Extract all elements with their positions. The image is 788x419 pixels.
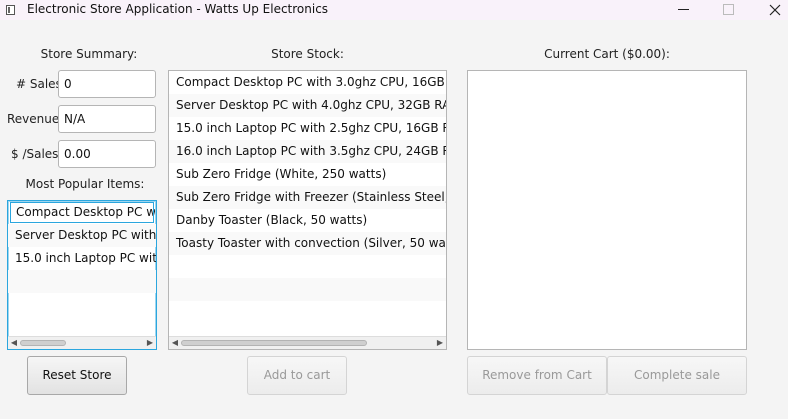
- reset-store-button[interactable]: Reset Store: [27, 356, 127, 395]
- list-item-empty: [169, 301, 446, 324]
- list-item[interactable]: Danby Toaster (Black, 50 watts): [169, 209, 446, 232]
- sales-field[interactable]: 0: [58, 70, 156, 98]
- popular-items-list[interactable]: Compact Desktop PC with 3.0ghz CPU, 16GB…: [7, 200, 157, 350]
- list-item-empty: [169, 278, 446, 301]
- title-bar: Electronic Store Application - Watts Up …: [0, 0, 788, 20]
- scroll-right-icon[interactable]: ▶: [145, 338, 155, 348]
- list-item[interactable]: 16.0 inch Laptop PC with 3.5ghz CPU, 24G…: [169, 140, 446, 163]
- list-item[interactable]: Server Desktop PC with 4.0ghz CPU, 32GB …: [169, 94, 446, 117]
- list-item-empty: [8, 270, 156, 293]
- list-item[interactable]: Toasty Toaster with convection (Silver, …: [169, 232, 446, 255]
- list-item[interactable]: Sub Zero Fridge (White, 250 watts): [169, 163, 446, 186]
- add-to-cart-button[interactable]: Add to cart: [247, 356, 347, 395]
- list-item[interactable]: Server Desktop PC with 4.0ghz CPU, 32GB …: [8, 224, 156, 247]
- list-item[interactable]: Compact Desktop PC with 3.0ghz CPU, 16GB…: [169, 71, 446, 94]
- list-item[interactable]: Sub Zero Fridge with Freezer (Stainless …: [169, 186, 446, 209]
- remove-from-cart-button[interactable]: Remove from Cart: [467, 356, 607, 395]
- popular-list-scrollbar[interactable]: ◀ ▶: [8, 336, 156, 349]
- per-sale-label: $ /Sales:: [11, 147, 63, 161]
- store-stock-heading: Store Stock:: [271, 47, 344, 61]
- close-icon: [769, 4, 781, 16]
- scrollbar-thumb[interactable]: [181, 340, 367, 346]
- maximize-button[interactable]: [705, 0, 751, 20]
- complete-sale-button[interactable]: Complete sale: [607, 356, 747, 395]
- scrollbar-thumb[interactable]: [20, 340, 66, 346]
- store-summary-heading: Store Summary:: [40, 47, 138, 61]
- popular-items-heading: Most Popular Items:: [25, 177, 145, 191]
- list-item-empty: [169, 255, 446, 278]
- current-cart-list[interactable]: [467, 70, 747, 350]
- list-item[interactable]: 15.0 inch Laptop PC with 2.5ghz CPU, 16G…: [8, 247, 156, 270]
- scroll-right-icon[interactable]: ▶: [435, 338, 445, 348]
- per-sale-field[interactable]: 0.00: [58, 140, 156, 168]
- stock-list-scrollbar[interactable]: ◀ ▶: [169, 336, 446, 349]
- revenue-label: Revenue:: [7, 112, 64, 126]
- scroll-left-icon[interactable]: ◀: [170, 338, 180, 348]
- close-button[interactable]: [751, 0, 788, 20]
- minimize-button[interactable]: [661, 0, 707, 20]
- revenue-field[interactable]: N/A: [58, 105, 156, 133]
- list-item[interactable]: Compact Desktop PC with 3.0ghz CPU, 16GB…: [9, 201, 155, 224]
- store-stock-list[interactable]: Compact Desktop PC with 3.0ghz CPU, 16GB…: [168, 70, 447, 350]
- scroll-left-icon[interactable]: ◀: [9, 338, 19, 348]
- app-window-icon: [6, 5, 15, 15]
- list-item-empty: [8, 293, 156, 316]
- list-item[interactable]: 15.0 inch Laptop PC with 2.5ghz CPU, 16G…: [169, 117, 446, 140]
- window-title: Electronic Store Application - Watts Up …: [27, 2, 329, 16]
- current-cart-heading: Current Cart ($0.00):: [544, 47, 670, 61]
